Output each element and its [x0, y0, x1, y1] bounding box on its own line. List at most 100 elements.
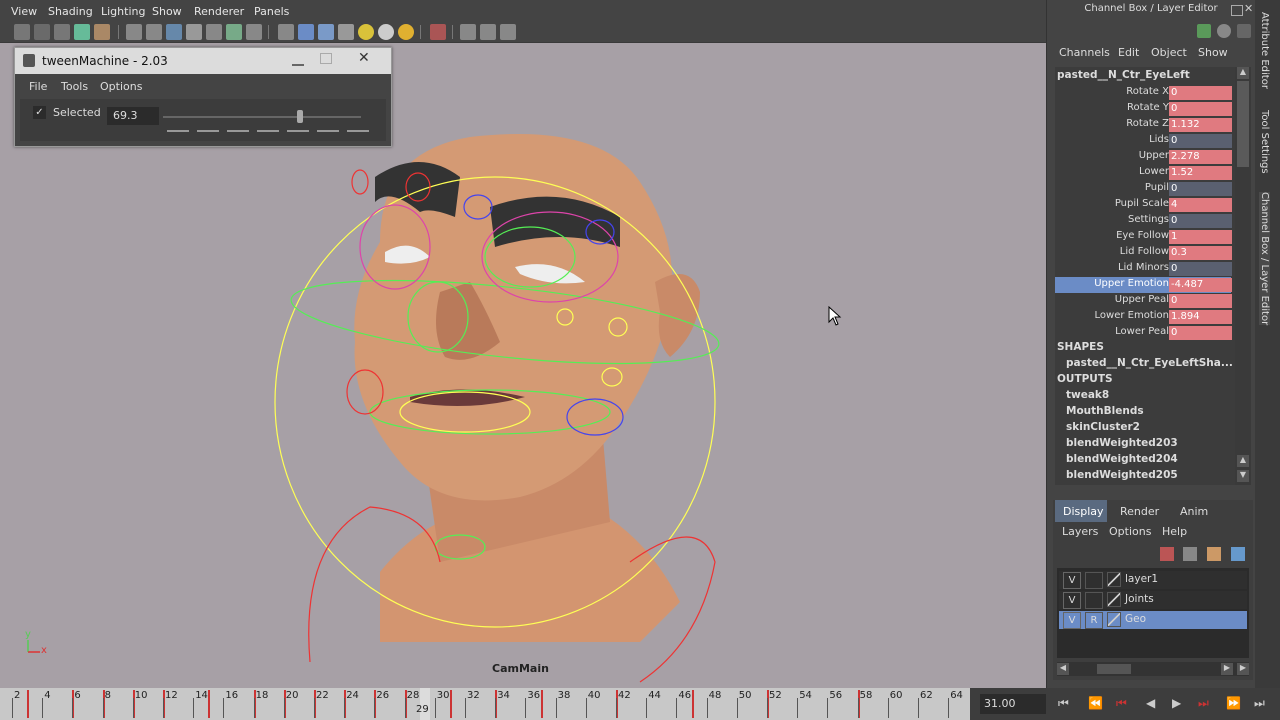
- attribute-row[interactable]: Rotate Z 1.132: [1055, 117, 1232, 133]
- attribute-name[interactable]: Upper: [1139, 150, 1169, 161]
- scroll-up-icon-2[interactable]: ▲: [1237, 455, 1249, 467]
- all-lights-icon[interactable]: [378, 24, 394, 40]
- attribute-name[interactable]: Settings: [1128, 214, 1169, 225]
- bookmark-icon[interactable]: [54, 24, 70, 40]
- scroll-right-icon-2[interactable]: ▶: [1237, 663, 1249, 675]
- output-node[interactable]: MouthBlends: [1066, 405, 1144, 417]
- keyframe-marker[interactable]: [27, 690, 30, 718]
- attribute-row[interactable]: Lower 1.52: [1055, 165, 1232, 181]
- play-backward-icon[interactable]: ◀: [1146, 696, 1155, 710]
- attribute-row[interactable]: Rotate X0: [1055, 85, 1232, 101]
- move-layer-icon[interactable]: [1160, 547, 1174, 561]
- output-node[interactable]: skinCluster2: [1066, 421, 1140, 433]
- safe-title-icon[interactable]: [226, 24, 242, 40]
- image-plane-icon[interactable]: [74, 24, 90, 40]
- textured-icon[interactable]: [338, 24, 354, 40]
- side-tab-channel-box[interactable]: Channel Box / Layer Editor: [1259, 192, 1270, 326]
- select-camera-icon[interactable]: [14, 24, 30, 40]
- tab-render[interactable]: Render: [1120, 505, 1159, 518]
- attribute-value[interactable]: 0: [1169, 182, 1232, 196]
- attribute-value[interactable]: 0: [1169, 214, 1232, 228]
- attribute-value[interactable]: 0: [1169, 262, 1232, 276]
- attribute-value[interactable]: -4.487: [1169, 278, 1232, 292]
- output-node[interactable]: tweak8: [1066, 389, 1109, 401]
- menu-shading[interactable]: Shading: [48, 5, 93, 18]
- tween-menu-options[interactable]: Options: [100, 80, 142, 93]
- layer-type-toggle[interactable]: R: [1085, 612, 1103, 629]
- isolate-select-icon[interactable]: [460, 24, 476, 40]
- scroll-down-icon[interactable]: ▼: [1237, 470, 1249, 482]
- menu-renderer[interactable]: Renderer: [194, 5, 244, 18]
- new-layer-icon[interactable]: [1207, 547, 1221, 561]
- cb-menu-channels[interactable]: Channels: [1059, 46, 1110, 59]
- panel-float-icon[interactable]: [1231, 5, 1243, 16]
- maximize-icon[interactable]: [320, 53, 332, 64]
- tween-value-field[interactable]: 69.3: [107, 107, 159, 125]
- layer-name[interactable]: Geo: [1125, 613, 1146, 625]
- attribute-row[interactable]: Lower Peal 0: [1055, 325, 1232, 341]
- channel-box[interactable]: pasted__N_Ctr_EyeLeft Rotate X 0 Rotate Y0…: [1055, 67, 1245, 485]
- tween-menu-file[interactable]: File: [29, 80, 47, 93]
- output-node[interactable]: blendWeighted203: [1066, 437, 1178, 449]
- field-chart-icon[interactable]: [186, 24, 202, 40]
- attribute-row[interactable]: Upper Peal 0: [1055, 293, 1232, 309]
- attribute-value[interactable]: 0: [1169, 326, 1232, 340]
- resolution-gate-icon[interactable]: [146, 24, 162, 40]
- attribute-name[interactable]: Eye Follow: [1116, 230, 1169, 241]
- play-forward-icon[interactable]: ▶: [1172, 696, 1181, 710]
- attribute-name[interactable]: Rotate Z: [1126, 118, 1169, 129]
- tween-preset-buttons[interactable]: [167, 130, 370, 132]
- side-tab-tool-settings[interactable]: Tool Settings: [1259, 110, 1270, 174]
- menu-panels[interactable]: Panels: [254, 5, 289, 18]
- attribute-name[interactable]: Lid Minors: [1118, 262, 1169, 273]
- go-to-end-icon[interactable]: ⏭: [1254, 696, 1265, 711]
- layer-color-icon[interactable]: [1107, 612, 1121, 627]
- attribute-name[interactable]: Rotate X: [1126, 86, 1169, 97]
- attribute-name[interactable]: Upper Peal: [1115, 294, 1169, 305]
- tab-display[interactable]: Display: [1055, 500, 1107, 522]
- minimize-icon[interactable]: [292, 56, 304, 66]
- layer-type-toggle[interactable]: [1085, 572, 1103, 589]
- channel-box-toggle-icon[interactable]: [1197, 24, 1211, 38]
- attribute-name[interactable]: Lid Follow: [1120, 246, 1169, 257]
- camera-attributes-icon[interactable]: [34, 24, 50, 40]
- menu-show[interactable]: Show: [152, 5, 182, 18]
- tool-settings-toggle-icon[interactable]: [1237, 24, 1251, 38]
- time-slider[interactable]: 2 4 6 8 10 12 14 16 18 20 22 24 26 28 30 32 34 36 38 40 42 44…: [0, 688, 970, 720]
- attribute-value[interactable]: 2.278: [1169, 150, 1232, 164]
- cb-menu-object[interactable]: Object: [1151, 46, 1187, 59]
- tween-machine-window[interactable]: tweenMachine - 2.03 ✕ File Tools Options…: [14, 47, 392, 147]
- keyframe-marker[interactable]: [208, 690, 211, 718]
- layer-visibility-toggle[interactable]: V: [1063, 612, 1081, 629]
- two-panel-icon[interactable]: [500, 24, 516, 40]
- layer-row[interactable]: V Joints: [1059, 591, 1247, 609]
- tween-menu-tools[interactable]: Tools: [61, 80, 88, 93]
- attribute-value[interactable]: 0.3: [1169, 246, 1232, 260]
- layer-color-icon[interactable]: [1107, 592, 1121, 607]
- attribute-row[interactable]: Upper Emotion -4.487: [1055, 277, 1232, 293]
- step-forward-icon[interactable]: ⏩: [1226, 696, 1241, 710]
- attribute-row[interactable]: Lids 0: [1055, 133, 1232, 149]
- attribute-row[interactable]: Eye Follow 1: [1055, 229, 1232, 245]
- hud-icon[interactable]: [246, 24, 262, 40]
- layer-row[interactable]: V R Geo: [1059, 611, 1247, 629]
- new-layer-selected-icon[interactable]: [1231, 547, 1245, 561]
- attribute-name[interactable]: Lower: [1139, 166, 1169, 177]
- go-to-start-icon[interactable]: ⏮: [1058, 696, 1069, 711]
- layer-hscrollbar[interactable]: ◀ ▶ ▶: [1057, 662, 1249, 676]
- cb-menu-edit[interactable]: Edit: [1118, 46, 1139, 59]
- attribute-name[interactable]: Upper Emotion: [1094, 278, 1169, 289]
- scroll-up-icon[interactable]: ▲: [1237, 67, 1249, 79]
- default-light-icon[interactable]: [358, 24, 374, 40]
- attribute-editor-toggle-icon[interactable]: [1217, 24, 1231, 38]
- xray-icon[interactable]: [430, 24, 446, 40]
- menu-view[interactable]: View: [11, 5, 37, 18]
- gate-mask-icon[interactable]: [166, 24, 182, 40]
- layer-name[interactable]: layer1: [1125, 573, 1158, 585]
- next-key-icon[interactable]: ⏭: [1198, 696, 1209, 711]
- cb-menu-show[interactable]: Show: [1198, 46, 1228, 59]
- attribute-value[interactable]: 4: [1169, 198, 1232, 212]
- shape-node[interactable]: pasted__N_Ctr_EyeLeftSha...: [1066, 357, 1233, 369]
- layer-type-toggle[interactable]: [1085, 592, 1103, 609]
- layer-visibility-toggle[interactable]: V: [1063, 572, 1081, 589]
